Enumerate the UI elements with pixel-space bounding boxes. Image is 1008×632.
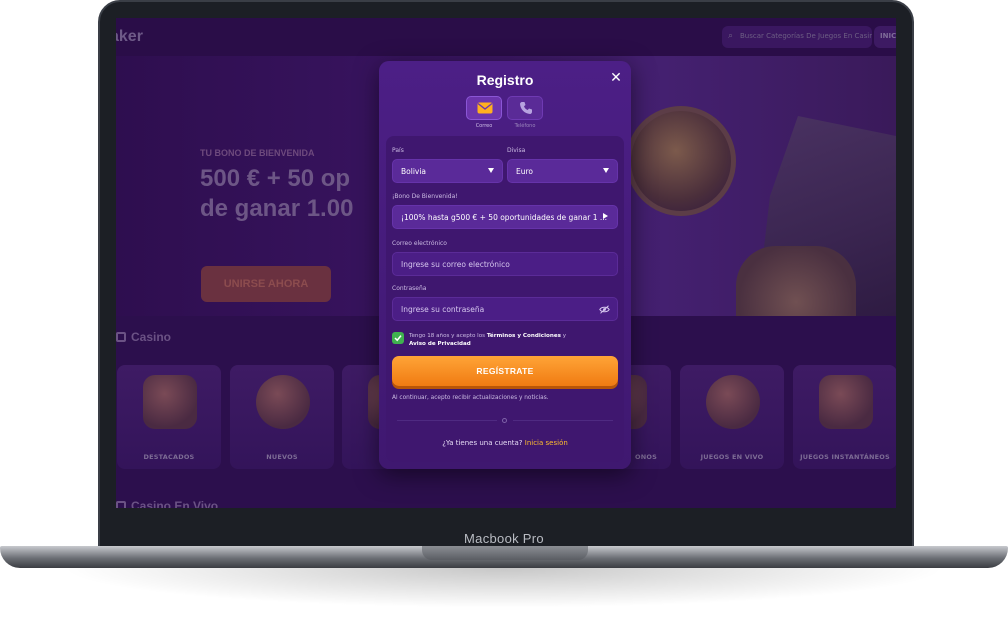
live-casino-icon <box>116 501 126 508</box>
category-card-juegos-en-vivo[interactable]: JUEGOS EN VIVO <box>680 365 784 469</box>
category-label: DESTACADOS <box>143 453 195 461</box>
chevron-right-icon <box>603 213 608 219</box>
terms-link[interactable]: Términos y Condiciones <box>487 333 561 339</box>
crown-icon <box>143 375 197 429</box>
eye-slash-icon[interactable] <box>599 305 610 314</box>
divider-dot <box>502 418 507 423</box>
country-label: País <box>392 147 404 154</box>
hero-headline-line1: 500 € + 50 op <box>200 165 351 192</box>
login-link[interactable]: Inicia sesión <box>525 439 568 447</box>
divider-left <box>397 420 497 421</box>
tab-email[interactable] <box>466 96 502 120</box>
country-select[interactable]: Bolivia <box>392 159 503 183</box>
terms-text: Tengo 18 años y acepto los Términos y Co… <box>409 332 609 348</box>
email-placeholder: Ingrese su correo electrónico <box>401 260 510 269</box>
category-card-nuevos[interactable]: NUEVOS <box>230 365 334 469</box>
site-header: aker ⌕ Buscar Categorías De Juegos En Ca… <box>116 18 896 56</box>
country-value: Bolivia <box>401 167 427 176</box>
tab-phone[interactable] <box>507 96 543 120</box>
hero-eyebrow: TU BONO DE BIENVENIDA <box>200 148 315 158</box>
search-placeholder: Buscar Categorías De Juegos En Casino... <box>740 32 872 40</box>
search-icon: ⌕ <box>728 31 734 41</box>
hero-headline: 500 € + 50 op de ganar 1.00 <box>200 164 400 224</box>
currency-select[interactable]: Euro <box>507 159 618 183</box>
currency-value: Euro <box>516 167 533 176</box>
laptop-mockup: aker ⌕ Buscar Categorías De Juegos En Ca… <box>0 0 1008 632</box>
joystick-icon <box>819 375 873 429</box>
chevron-down-icon <box>603 168 609 173</box>
category-label: JUEGOS EN VIVO <box>700 453 764 461</box>
password-label: Contraseña <box>392 285 427 292</box>
category-label: NUEVOS <box>266 453 298 461</box>
terms-prefix: Tengo 18 años y acepto los <box>409 333 487 339</box>
bonus-label: ¡Bono De Bienvenida! <box>392 193 458 200</box>
category-card-destacados[interactable]: DESTACADOS <box>117 365 221 469</box>
category-card-juegos-instantaneos[interactable]: JUEGOS INSTANTÁNEOS <box>793 365 896 469</box>
email-icon <box>477 102 493 114</box>
check-icon <box>394 335 402 342</box>
hero-headline-line2: de ganar 1.00 <box>200 195 354 222</box>
modal-title: Registro <box>476 72 534 88</box>
site-logo[interactable]: aker <box>116 28 143 46</box>
terms-checkbox[interactable] <box>392 332 404 344</box>
tab-phone-label: Teléfono <box>514 123 536 129</box>
registration-form: País Bolivia Divisa Euro ¡Bono De Bienve… <box>386 136 624 462</box>
live-casino-section-title: Casino En Vivo <box>116 499 218 508</box>
casino-section-label: Casino <box>131 330 172 344</box>
casino-icon <box>116 332 126 342</box>
hero-coin-art <box>626 106 736 216</box>
bonus-select[interactable]: ¡100% hasta g500 € + 50 oportunidades de… <box>392 205 618 229</box>
consent-text: Al continuar, acepto recibir actualizaci… <box>392 395 549 401</box>
email-label: Correo electrónico <box>392 240 447 247</box>
bell-icon <box>256 375 310 429</box>
roulette-icon <box>706 375 760 429</box>
phone-icon <box>520 102 532 114</box>
divider-right <box>513 420 613 421</box>
privacy-link[interactable]: Aviso de Privacidad <box>409 341 471 347</box>
login-prompt-text: ¿Ya tienes una cuenta? <box>442 439 523 447</box>
registration-modal: Registro ✕ Correo Teléfono País Bolivia … <box>379 61 631 469</box>
live-casino-section-label: Casino En Vivo <box>131 499 219 508</box>
category-label: JUEGOS INSTANTÁNEOS <box>800 453 890 461</box>
password-field[interactable]: Ingrese su contraseña <box>392 297 618 321</box>
login-prompt: ¿Ya tienes una cuenta? Inicia sesión <box>379 439 631 447</box>
tab-email-label: Correo <box>475 123 493 129</box>
currency-label: Divisa <box>507 147 526 154</box>
laptop-shadow <box>60 568 948 608</box>
hero-join-button[interactable]: UNIRSE AHORA <box>201 266 331 302</box>
hero-coin-pile-art <box>736 246 856 316</box>
bonus-value: ¡100% hasta g500 € + 50 oportunidades de… <box>401 213 608 222</box>
close-icon[interactable]: ✕ <box>608 70 624 86</box>
password-placeholder: Ingrese su contraseña <box>401 305 485 314</box>
email-field[interactable]: Ingrese su correo electrónico <box>392 252 618 276</box>
chevron-down-icon <box>488 168 494 173</box>
header-login-button[interactable]: INIC <box>874 26 896 48</box>
terms-joiner: y <box>560 333 567 339</box>
laptop-notch <box>422 546 588 560</box>
register-button[interactable]: REGÍSTRATE <box>392 356 618 386</box>
search-input[interactable]: ⌕ Buscar Categorías De Juegos En Casino.… <box>722 26 872 48</box>
device-model-label: Macbook Pro <box>464 531 544 546</box>
casino-section-title: Casino <box>116 330 171 344</box>
